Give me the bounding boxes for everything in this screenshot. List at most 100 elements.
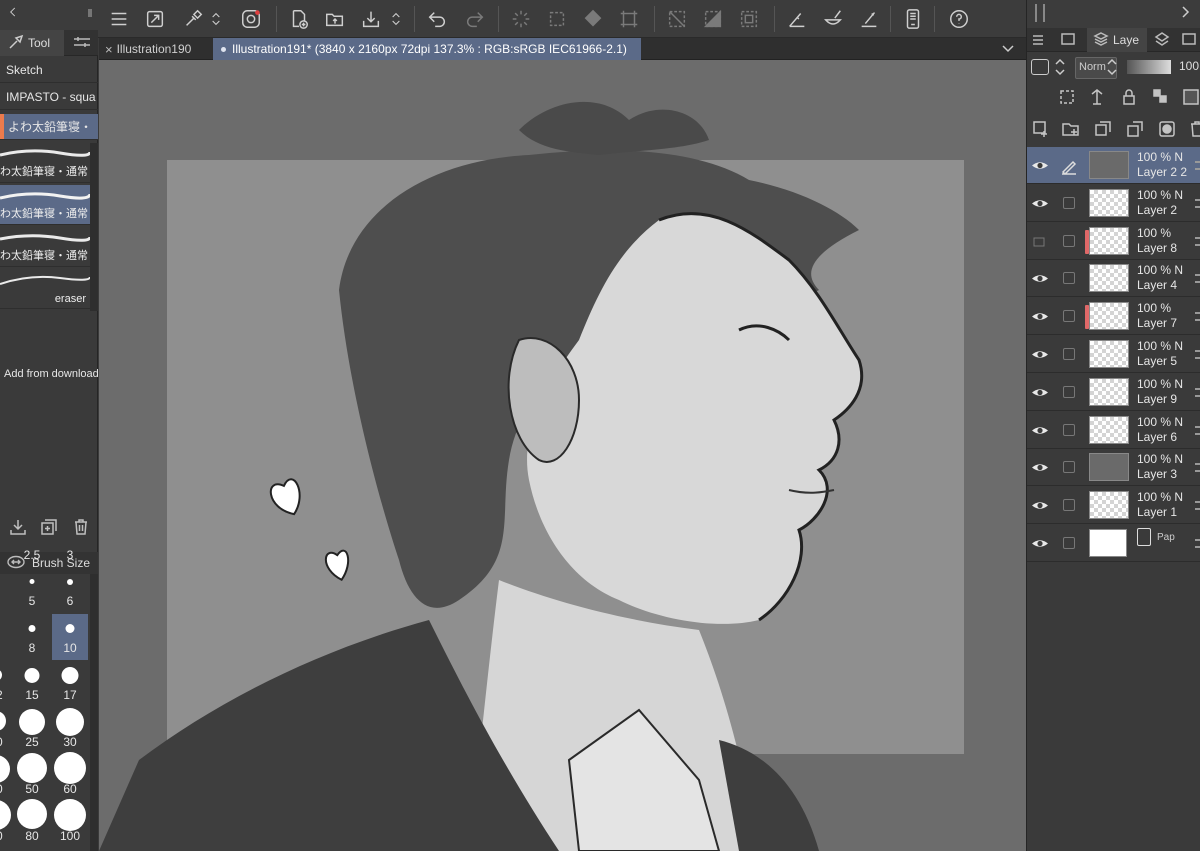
brush-size-cell[interactable]: 3 bbox=[52, 544, 88, 566]
tab-layer-stack[interactable] bbox=[1149, 28, 1175, 52]
brush-item[interactable]: わ太鉛筆寝・通常 bbox=[0, 143, 90, 183]
tab-navigator[interactable] bbox=[1177, 28, 1200, 52]
device-icon[interactable] bbox=[900, 6, 926, 32]
brush-size-cell[interactable]: 8 bbox=[14, 614, 50, 660]
layer-row[interactable]: 100 % Layer 7 bbox=[1027, 298, 1200, 336]
layer-drag-handle[interactable] bbox=[1195, 425, 1200, 435]
add-from-downloads-link[interactable]: Add from downloads bbox=[4, 368, 104, 380]
ruler-edit-icon[interactable] bbox=[856, 6, 882, 32]
brush-size-cell[interactable]: 60 bbox=[52, 752, 88, 801]
collapse-right-icon[interactable] bbox=[1177, 4, 1193, 20]
undo-icon[interactable] bbox=[424, 6, 450, 32]
layer-row[interactable]: 100 % Layer 8 bbox=[1027, 223, 1200, 260]
updown-icon[interactable] bbox=[1053, 55, 1067, 79]
lock-icon[interactable] bbox=[1119, 87, 1139, 107]
layer-drag-handle[interactable] bbox=[1195, 312, 1200, 322]
merge-layer-icon[interactable] bbox=[1125, 119, 1145, 139]
brush-size-cell[interactable]: 25 bbox=[14, 708, 50, 754]
eye-icon[interactable] bbox=[1031, 461, 1049, 474]
panel-grip-icon[interactable] bbox=[84, 0, 96, 26]
eye-icon[interactable] bbox=[1031, 197, 1049, 210]
layer-row[interactable]: 100 % N Layer 4 bbox=[1027, 260, 1200, 298]
download-icon[interactable] bbox=[9, 518, 27, 536]
redo-icon[interactable] bbox=[462, 6, 488, 32]
ruler-icon[interactable] bbox=[784, 6, 810, 32]
layer-checkbox[interactable] bbox=[1063, 272, 1075, 285]
layer-checkbox[interactable] bbox=[1063, 461, 1075, 474]
tab-layers[interactable]: Laye bbox=[1087, 28, 1147, 52]
tab-layer-property[interactable] bbox=[1051, 28, 1085, 52]
brush-size-scrollbar[interactable] bbox=[90, 574, 98, 851]
layer-frame-icon[interactable] bbox=[1031, 59, 1049, 75]
doc-tab-illustration190[interactable]: × Illustration190 bbox=[99, 38, 211, 60]
tool-settings-tab[interactable] bbox=[66, 30, 98, 56]
layer-checkbox[interactable] bbox=[1063, 385, 1075, 398]
layer-checkbox[interactable] bbox=[1063, 196, 1075, 209]
reference-icon[interactable] bbox=[1087, 87, 1107, 107]
updown-icon[interactable] bbox=[208, 6, 224, 32]
layer-checkbox[interactable] bbox=[1063, 348, 1075, 360]
brush-size-cell[interactable]: 15 bbox=[14, 661, 50, 707]
brush-item-selected[interactable]: わ太鉛筆寝・通常 bbox=[0, 185, 90, 225]
fill-icon[interactable] bbox=[580, 6, 606, 32]
brush-size-cell[interactable]: 17 bbox=[52, 661, 88, 707]
sub-tool-sketch[interactable]: Sketch bbox=[0, 57, 98, 83]
collapse-left-icon[interactable] bbox=[6, 2, 20, 22]
brush-size-cell[interactable]: 2.5 bbox=[14, 544, 50, 566]
selection-icon[interactable] bbox=[544, 6, 570, 32]
save-icon[interactable] bbox=[358, 6, 384, 32]
layer-row[interactable]: 100 % N Layer 6 bbox=[1027, 412, 1200, 449]
eyedropper-icon[interactable] bbox=[180, 6, 206, 32]
layer-drag-handle[interactable] bbox=[1195, 236, 1200, 246]
eye-icon[interactable] bbox=[1031, 386, 1049, 399]
help-icon[interactable] bbox=[946, 6, 972, 32]
brush-size-cell[interactable]: 100 bbox=[52, 799, 88, 848]
layer-row[interactable]: Pap bbox=[1027, 525, 1200, 562]
eye-icon[interactable] bbox=[1031, 159, 1049, 172]
layer-drag-handle[interactable] bbox=[1195, 387, 1200, 397]
delete-layer-icon[interactable] bbox=[1187, 119, 1200, 139]
add-copy-icon[interactable] bbox=[40, 518, 58, 536]
invert-selection-icon[interactable] bbox=[700, 6, 726, 32]
brush-item[interactable]: わ太鉛筆寝・通常 bbox=[0, 227, 90, 267]
brush-size-cell[interactable]: 12 bbox=[0, 661, 14, 707]
layer-row[interactable]: 100 % N Layer 9 bbox=[1027, 374, 1200, 411]
panel-menu-icon[interactable] bbox=[1029, 28, 1047, 52]
brush-list-scrollbar[interactable] bbox=[90, 143, 98, 311]
eye-icon[interactable] bbox=[1031, 424, 1049, 437]
sub-tool-pencil-group[interactable]: よわ太鉛筆寝・ bbox=[0, 114, 98, 140]
transform-icon[interactable] bbox=[616, 6, 642, 32]
sub-tool-impasto[interactable]: IMPASTO - squa bbox=[0, 84, 98, 110]
eye-icon[interactable] bbox=[1031, 310, 1049, 323]
layer-row[interactable]: 100 % N Layer 5 bbox=[1027, 336, 1200, 373]
resize-icon[interactable] bbox=[142, 6, 168, 32]
mask-icon[interactable] bbox=[1181, 87, 1200, 107]
menu-icon[interactable] bbox=[106, 6, 132, 32]
layer-checkbox[interactable] bbox=[1063, 234, 1075, 247]
brush-size-cell[interactable]: 30 bbox=[52, 708, 88, 754]
layer-row[interactable]: 100 % N Layer 2 2 bbox=[1027, 147, 1200, 184]
brush-item-eraser[interactable]: eraser bbox=[0, 269, 90, 309]
layer-drag-handle[interactable] bbox=[1195, 161, 1200, 170]
brush-size-cell[interactable]: 6 bbox=[52, 567, 88, 613]
doc-tab-illustration191[interactable]: Illustration191* (3840 x 2160px 72dpi 13… bbox=[213, 38, 641, 60]
drawing-canvas[interactable] bbox=[99, 60, 1026, 851]
brush-size-cell[interactable]: 5 bbox=[14, 567, 50, 613]
crop-selection-icon[interactable] bbox=[736, 6, 762, 32]
eye-icon[interactable] bbox=[1031, 499, 1049, 512]
layer-drag-handle[interactable] bbox=[1195, 350, 1200, 359]
brush-size-cell-selected[interactable]: 10 bbox=[52, 614, 88, 660]
new-raster-layer-icon[interactable] bbox=[1031, 119, 1051, 139]
open-folder-icon[interactable] bbox=[322, 6, 348, 32]
layer-checkbox[interactable] bbox=[1063, 537, 1075, 549]
eye-icon[interactable] bbox=[1031, 348, 1049, 361]
eye-icon[interactable] bbox=[1031, 272, 1049, 285]
layer-checkbox[interactable] bbox=[1063, 499, 1075, 512]
copy-layer-icon[interactable] bbox=[1093, 119, 1113, 139]
clear-selection-icon[interactable] bbox=[664, 6, 690, 32]
layer-mask-icon[interactable] bbox=[1157, 119, 1177, 139]
updown-icon-2[interactable] bbox=[388, 6, 404, 32]
blend-mode-arrows-icon[interactable] bbox=[1105, 55, 1119, 79]
eye-hidden-icon[interactable] bbox=[1031, 235, 1049, 248]
layer-row[interactable]: 100 % N Layer 1 bbox=[1027, 487, 1200, 525]
